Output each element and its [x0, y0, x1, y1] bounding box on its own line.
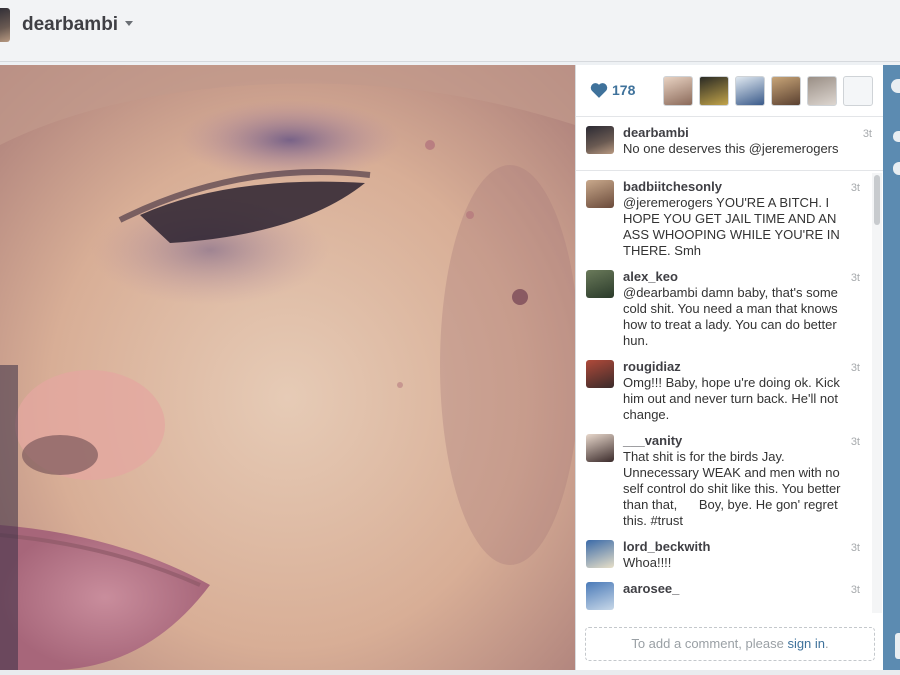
liker-avatar[interactable] — [807, 76, 837, 106]
likers-list — [663, 76, 873, 106]
user-avatar[interactable] — [586, 126, 614, 154]
adjacent-panel-edge — [883, 65, 900, 670]
liker-avatar[interactable] — [843, 76, 873, 106]
comment-time: 3t — [850, 272, 860, 284]
edge-widget — [895, 633, 900, 659]
comment-time: 3t — [850, 362, 860, 374]
likes-bar: 178 — [576, 65, 884, 117]
liker-avatar[interactable] — [735, 76, 765, 106]
comments-scrollbar[interactable] — [872, 173, 882, 613]
comment-username[interactable]: rougidiaz — [623, 359, 842, 375]
comment-username[interactable]: badbiitchesonly — [623, 179, 842, 195]
post-caption: dearbambi No one deserves this @jeremero… — [576, 117, 884, 171]
comment-text: @dearbambi damn baby, that's some cold s… — [623, 285, 838, 348]
comment-username[interactable]: aarosee_ — [623, 581, 842, 597]
comment-time: 3t — [850, 182, 860, 194]
list-item: badbiitchesonly @jeremerogers YOU'RE A B… — [576, 173, 872, 259]
comment-list[interactable]: badbiitchesonly @jeremerogers YOU'RE A B… — [576, 173, 872, 613]
sign-in-link[interactable]: sign in — [787, 636, 825, 651]
post-image — [0, 65, 575, 670]
comment-text: @jeremerogers YOU'RE A BITCH. I HOPE YOU… — [623, 195, 840, 258]
comment-text: Omg!!! Baby, hope u're doing ok. Kick hi… — [623, 375, 840, 422]
list-item: aarosee_ 3t — [576, 571, 872, 610]
liker-avatar[interactable] — [699, 76, 729, 106]
user-avatar[interactable] — [586, 360, 614, 388]
profile-username[interactable]: dearbambi — [22, 14, 118, 36]
top-bar: dearbambi — [0, 0, 900, 62]
list-item: ___vanity That shit is for the birds Jay… — [576, 423, 872, 529]
comment-text: That shit is for the birds Jay. Unnecess… — [623, 449, 841, 528]
edge-widget — [891, 79, 900, 93]
list-item: rougidiaz Omg!!! Baby, hope u're doing o… — [576, 349, 872, 423]
comment-username[interactable]: lord_beckwith — [623, 539, 842, 555]
user-avatar[interactable] — [586, 270, 614, 298]
list-item: alex_keo @dearbambi damn baby, that's so… — [576, 259, 872, 349]
caption-item: dearbambi No one deserves this @jeremero… — [576, 117, 884, 157]
scrollbar-thumb[interactable] — [874, 175, 880, 225]
comment-username[interactable]: alex_keo — [623, 269, 842, 285]
post-photo[interactable] — [0, 65, 575, 670]
like-count[interactable]: 178 — [612, 82, 635, 98]
comments-panel: 178 dearbambi No one deserves this @jere… — [575, 65, 884, 670]
list-item: lord_beckwith Whoa!!!! 3t — [576, 529, 872, 571]
user-avatar[interactable] — [586, 582, 614, 610]
heart-icon[interactable] — [590, 82, 608, 98]
liker-avatar[interactable] — [663, 76, 693, 106]
add-comment-box[interactable]: To add a comment, please sign in. — [585, 627, 875, 661]
comment-time: 3t — [850, 584, 860, 596]
caption-username[interactable]: dearbambi — [623, 125, 854, 141]
comment-text: Whoa!!!! — [623, 555, 672, 570]
edge-widget — [893, 162, 900, 175]
caption-text: No one deserves this @jeremerogers — [623, 141, 839, 156]
user-avatar[interactable] — [586, 540, 614, 568]
liker-avatar[interactable] — [771, 76, 801, 106]
profile-avatar[interactable] — [0, 8, 10, 42]
user-avatar[interactable] — [586, 180, 614, 208]
comment-username[interactable]: ___vanity — [623, 433, 842, 449]
caption-time: 3t — [862, 128, 872, 140]
bottom-edge — [0, 670, 900, 675]
comment-time: 3t — [850, 436, 860, 448]
chevron-down-icon[interactable] — [125, 21, 133, 26]
edge-widget — [893, 131, 900, 142]
add-comment-suffix: . — [825, 636, 829, 651]
add-comment-prompt: To add a comment, please — [631, 636, 788, 651]
comment-time: 3t — [850, 542, 860, 554]
user-avatar[interactable] — [586, 434, 614, 462]
